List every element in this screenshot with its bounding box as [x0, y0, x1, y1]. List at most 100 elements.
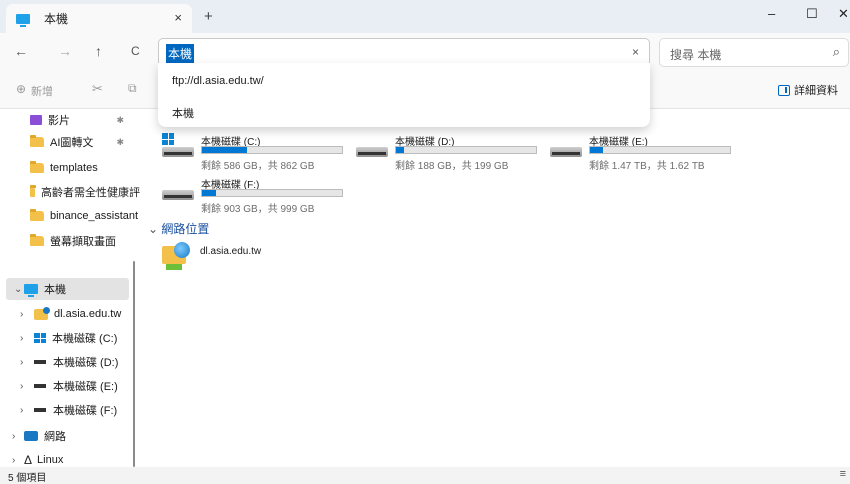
sidebar-item-label: 本機磁碟 (E:) — [53, 381, 118, 393]
search-icon[interactable]: ⌕ — [833, 44, 840, 60]
folder-icon — [30, 161, 44, 173]
cut-icon[interactable]: ✂ — [92, 81, 103, 97]
sidebar-item-label: 本機 — [44, 284, 66, 296]
suggestion-item[interactable]: 本機 — [172, 105, 194, 121]
sidebar-item-drive-f[interactable]: › 本機磁碟 (F:) — [20, 399, 150, 421]
pin-icon: ✱ — [116, 114, 124, 125]
new-plus-icon[interactable]: ⊕ — [16, 82, 26, 96]
suggestion-item[interactable]: ftp://dl.asia.edu.tw/ — [172, 75, 264, 87]
pin-icon: ✱ — [116, 136, 124, 147]
chevron-right-icon[interactable]: › — [20, 309, 30, 320]
folder-icon — [30, 135, 44, 147]
clear-address-icon[interactable]: × — [632, 45, 639, 59]
details-pane-icon — [778, 84, 790, 96]
sidebar-item-network[interactable]: › 網路 — [12, 425, 142, 447]
details-view-icon[interactable]: ≡ — [840, 468, 846, 480]
sidebar-item-health[interactable]: 高齡者需全性健康評 — [30, 181, 140, 203]
minimize-icon[interactable]: – — [768, 6, 775, 21]
drive-free-space: 剩餘 903 GB，共 999 GB — [201, 204, 315, 215]
drive-usage-bar — [395, 146, 537, 154]
sidebar-item-drive-d[interactable]: › 本機磁碟 (D:) — [20, 351, 150, 373]
computer-icon — [24, 284, 38, 297]
up-arrow-icon[interactable]: ↑ — [95, 43, 102, 59]
drive-tile-d[interactable]: 本機磁碟 (D:) 剩餘 188 GB，共 199 GB — [356, 133, 556, 173]
address-value[interactable]: 本機 — [166, 44, 195, 63]
sidebar-item-label: Linux — [37, 454, 64, 466]
network-location-label: dl.asia.edu.tw — [200, 246, 262, 257]
sidebar-item-drive-c[interactable]: › 本機磁碟 (C:) — [20, 327, 150, 349]
hard-drive-icon — [162, 190, 194, 200]
maximize-icon[interactable]: ☐ — [806, 6, 818, 22]
close-window-icon[interactable]: ✕ — [838, 6, 849, 22]
sidebar-item-label: templates — [50, 162, 98, 174]
chevron-down-icon: ⌄ — [148, 222, 159, 236]
sidebar-item-label: 網路 — [44, 431, 66, 443]
status-bar: 5 個項目 ≡ — [0, 467, 850, 484]
drive-tile-c[interactable]: 本機磁碟 (C:) 剩餘 586 GB，共 862 GB — [162, 133, 362, 173]
hard-drive-icon — [356, 147, 388, 157]
drive-tile-f[interactable]: 本機磁碟 (F:) 剩餘 903 GB，共 999 GB — [162, 176, 362, 216]
drive-usage-fill — [396, 147, 405, 153]
chevron-right-icon[interactable]: › — [20, 381, 30, 392]
drive-icon — [34, 384, 46, 388]
sidebar-item-label: dl.asia.edu.tw — [54, 308, 122, 320]
network-location-icon — [162, 242, 190, 272]
sidebar-item-label: binance_assistant — [50, 210, 139, 222]
drive-usage-fill — [202, 147, 247, 153]
drive-tile-e[interactable]: 本機磁碟 (E:) 剩餘 1.47 TB，共 1.62 TB — [550, 133, 750, 173]
drive-usage-bar — [589, 146, 731, 154]
item-count: 5 個項目 — [8, 473, 47, 484]
linux-penguin-icon: Δ — [24, 453, 33, 467]
tab-close-icon[interactable]: × — [174, 10, 182, 25]
chevron-right-icon[interactable]: › — [12, 431, 22, 442]
hard-drive-icon — [162, 147, 194, 157]
sidebar-item-label: 本機磁碟 (C:) — [52, 333, 118, 345]
folder-icon — [30, 209, 44, 221]
sidebar-item-label: AI圖轉文 — [50, 137, 94, 149]
folder-icon — [30, 234, 44, 246]
windows-drive-icon — [34, 333, 46, 343]
drive-free-space: 剩餘 586 GB，共 862 GB — [201, 161, 315, 172]
drive-usage-fill — [590, 147, 603, 153]
title-bar: 本機 × + – ☐ ✕ — [0, 0, 850, 33]
chevron-right-icon[interactable]: › — [20, 405, 30, 416]
refresh-icon[interactable]: C — [131, 44, 140, 58]
sidebar-item-ftp[interactable]: › dl.asia.edu.tw — [20, 303, 150, 325]
tab-this-pc[interactable]: 本機 × — [6, 4, 192, 33]
search-placeholder: 搜尋 本機 — [670, 48, 722, 62]
network-location-tile[interactable]: dl.asia.edu.tw — [162, 242, 302, 274]
details-button[interactable]: 詳細資料 — [778, 82, 838, 98]
content-pane: 本機磁碟 (C:) 剩餘 586 GB，共 862 GB 本機磁碟 (D:) 剩… — [140, 109, 850, 467]
sidebar-item-label: 本機磁碟 (D:) — [53, 357, 119, 369]
drive-usage-bar — [201, 146, 343, 154]
section-title: 網路位置 — [161, 222, 210, 236]
drive-usage-bar — [201, 189, 343, 197]
video-folder-icon — [30, 115, 42, 125]
network-folder-icon — [34, 306, 50, 320]
drive-usage-fill — [202, 190, 216, 196]
network-icon — [24, 431, 38, 441]
sidebar-item-this-pc[interactable]: ⌄ 本機 — [6, 278, 129, 300]
chevron-right-icon[interactable]: › — [20, 357, 30, 368]
tab-title: 本機 — [44, 12, 69, 26]
back-arrow-icon[interactable]: ← — [14, 43, 28, 59]
details-label: 詳細資料 — [794, 85, 838, 97]
drive-free-space: 剩餘 1.47 TB，共 1.62 TB — [589, 161, 705, 172]
search-input[interactable]: 搜尋 本機 ⌕ — [659, 38, 849, 67]
chevron-down-icon[interactable]: ⌄ — [14, 284, 24, 295]
sidebar-item-label: 本機磁碟 (F:) — [53, 405, 118, 417]
computer-icon — [16, 13, 30, 27]
forward-arrow-icon[interactable]: → — [58, 43, 72, 59]
network-locations-header[interactable]: ⌄ 網路位置 — [148, 220, 209, 237]
sidebar-item-label: 影片 — [48, 115, 70, 127]
address-suggestions: ftp://dl.asia.edu.tw/ 本機 — [158, 63, 650, 127]
new-button[interactable]: 新增 — [31, 83, 53, 99]
copy-icon[interactable]: ⧉ — [128, 81, 137, 96]
drive-icon — [34, 408, 46, 412]
chevron-right-icon[interactable]: › — [12, 455, 22, 466]
hard-drive-icon — [550, 147, 582, 157]
sidebar-item-drive-e[interactable]: › 本機磁碟 (E:) — [20, 375, 150, 397]
windows-logo-icon — [162, 133, 174, 145]
new-tab-icon[interactable]: + — [204, 8, 213, 25]
chevron-right-icon[interactable]: › — [20, 333, 30, 344]
